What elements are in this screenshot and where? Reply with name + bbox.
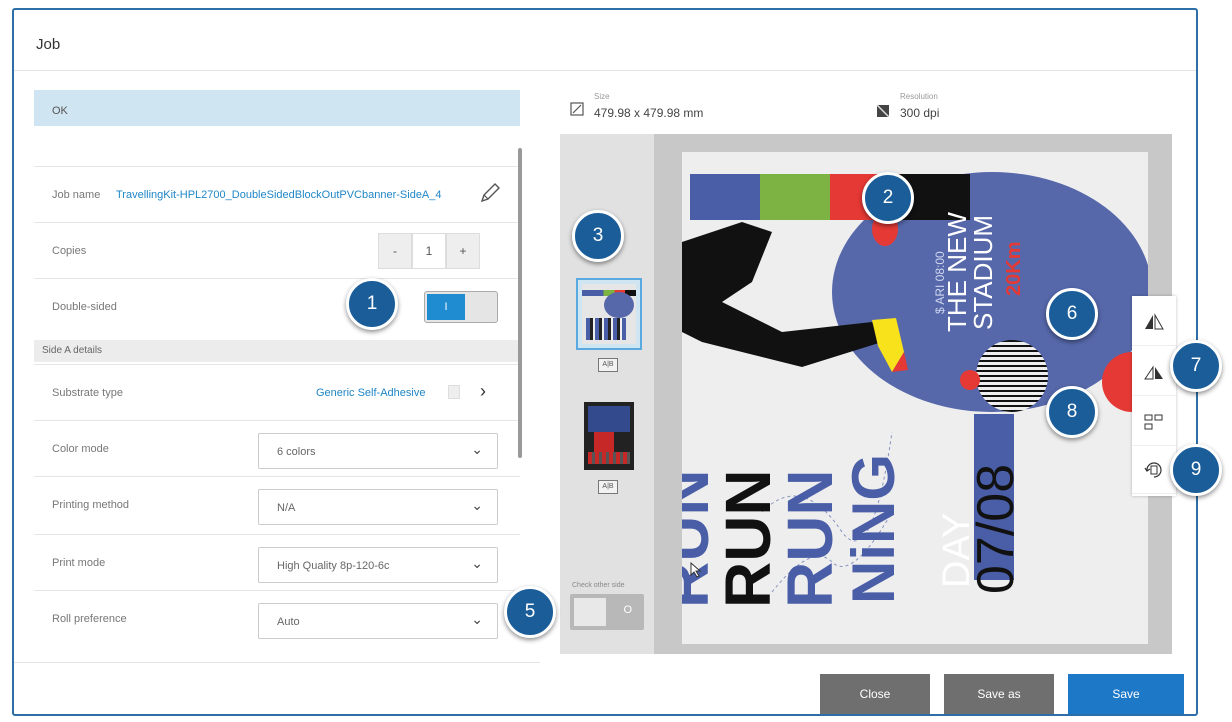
poster-bar (760, 174, 830, 220)
copies-row: Copies - 1 + (34, 222, 520, 278)
print-mode-row: Print mode High Quality 8p-120-6c ⌄ (34, 534, 520, 590)
size-value: 479.98 x 479.98 mm (594, 106, 704, 120)
color-mode-value: 6 colors (277, 446, 316, 458)
color-mode-select[interactable]: 6 colors ⌄ (258, 433, 498, 469)
roll-preference-select[interactable]: Auto ⌄ (258, 603, 498, 639)
substrate-row[interactable]: Substrate type Generic Self-Adhesive › (34, 364, 520, 420)
cursor-icon (690, 562, 702, 578)
callout-1: 1 (346, 278, 398, 330)
job-dialog: Job OK Job name TravellingKit-HPL2700_Do… (12, 8, 1198, 716)
color-mode-label: Color mode (52, 443, 109, 455)
print-mode-label: Print mode (52, 557, 106, 569)
runner-figure (682, 222, 908, 372)
callout-9: 9 (1170, 444, 1222, 496)
poster-word-ning: NiNG (840, 454, 907, 604)
align-icon (1144, 414, 1163, 429)
side-a-section-header: Side A details (34, 340, 520, 362)
job-name-row: Job name TravellingKit-HPL2700_DoubleSid… (34, 166, 520, 222)
flip-vertical-button[interactable] (1132, 348, 1176, 396)
chevron-down-icon: ⌄ (471, 497, 483, 513)
check-other-side-toggle[interactable]: O (570, 594, 644, 630)
flip-vertical-icon (1144, 364, 1163, 379)
job-name-value[interactable]: TravellingKit-HPL2700_DoubleSidedBlockOu… (116, 189, 442, 201)
printing-method-value: N/A (277, 502, 296, 514)
print-mode-select[interactable]: High Quality 8p-120-6c ⌄ (258, 547, 498, 583)
title-divider (14, 70, 1196, 71)
job-name-label: Job name (52, 189, 101, 201)
poster-color-bars (690, 174, 970, 220)
side-b-ab-icon[interactable]: A|B (598, 480, 618, 494)
copies-decrement-button[interactable]: - (378, 233, 412, 269)
poster-word-run-3: RUN (774, 469, 846, 608)
callout-5: 5 (504, 586, 556, 638)
check-other-side-caption: Check other side (572, 582, 625, 589)
chevron-down-icon: ⌄ (471, 555, 483, 571)
poster-bar (690, 174, 760, 220)
settings-scrollbar[interactable] (518, 148, 522, 458)
poster-word-run-2: RUN (712, 469, 784, 608)
poster-striped-circle (976, 340, 1048, 412)
chevron-right-icon[interactable]: › (480, 381, 486, 402)
callout-8: 8 (1046, 386, 1098, 438)
substrate-icon (448, 385, 460, 399)
printing-method-row: Printing method N/A ⌄ (34, 476, 520, 532)
double-sided-row: Double-sided I (34, 278, 520, 340)
footer-divider (14, 662, 540, 663)
resolution-value: 300 dpi (900, 106, 940, 120)
printing-method-select[interactable]: N/A ⌄ (258, 489, 498, 525)
callout-2: 2 (862, 172, 914, 224)
flip-horizontal-button[interactable] (1132, 298, 1176, 346)
align-button[interactable] (1132, 398, 1176, 446)
printing-method-label: Printing method (52, 499, 130, 511)
copies-label: Copies (52, 245, 87, 257)
double-sided-toggle[interactable]: I (424, 291, 498, 323)
poster-venue-line-1: THE NEW (942, 212, 972, 332)
toggle-knob (574, 598, 606, 626)
copies-increment-button[interactable]: + (446, 233, 480, 269)
size-icon (570, 102, 584, 116)
pencil-icon[interactable] (478, 181, 502, 205)
roll-preference-label: Roll preference (52, 613, 127, 625)
poster-red-dot (960, 370, 980, 390)
callout-6: 6 (1046, 288, 1098, 340)
size-caption: Size (594, 92, 610, 101)
save-button[interactable]: Save (1068, 674, 1184, 714)
substrate-value[interactable]: Generic Self-Adhesive (316, 387, 425, 399)
roll-preference-value: Auto (277, 616, 300, 628)
flip-horizontal-icon (1145, 312, 1164, 329)
double-sided-label: Double-sided (52, 301, 117, 313)
poster-date: 07/08 (967, 463, 1025, 594)
side-a-b-icon[interactable]: A|B (598, 358, 618, 372)
toggle-on-state: I (427, 294, 465, 320)
resolution-caption: Resolution (900, 92, 938, 101)
copies-stepper: - 1 + (378, 233, 480, 269)
copies-value[interactable]: 1 (412, 233, 446, 269)
poster-distance: 20Km (1003, 241, 1025, 296)
toggle-off-state: O (623, 604, 632, 616)
substrate-label: Substrate type (52, 387, 123, 399)
thumbnail-side-a-image (582, 284, 636, 344)
thumbnail-side-a[interactable] (576, 278, 642, 350)
callout-3: 3 (572, 210, 624, 262)
print-mode-value: High Quality 8p-120-6c (277, 560, 390, 572)
chevron-down-icon: ⌄ (471, 441, 483, 457)
roll-preference-row: Roll preference Auto ⌄ (34, 590, 520, 646)
color-mode-row: Color mode 6 colors ⌄ (34, 420, 520, 476)
poster-venue-line-2: STADIUM (968, 214, 998, 330)
status-banner: OK (34, 90, 520, 126)
rotate-icon (1144, 461, 1162, 478)
resolution-icon (876, 104, 890, 118)
dialog-title: Job (36, 36, 61, 53)
save-as-button[interactable]: Save as (944, 674, 1054, 714)
chevron-down-icon: ⌄ (471, 611, 483, 627)
close-button[interactable]: Close (820, 674, 930, 714)
callout-7: 7 (1170, 340, 1222, 392)
thumbnail-side-b[interactable] (584, 402, 634, 470)
